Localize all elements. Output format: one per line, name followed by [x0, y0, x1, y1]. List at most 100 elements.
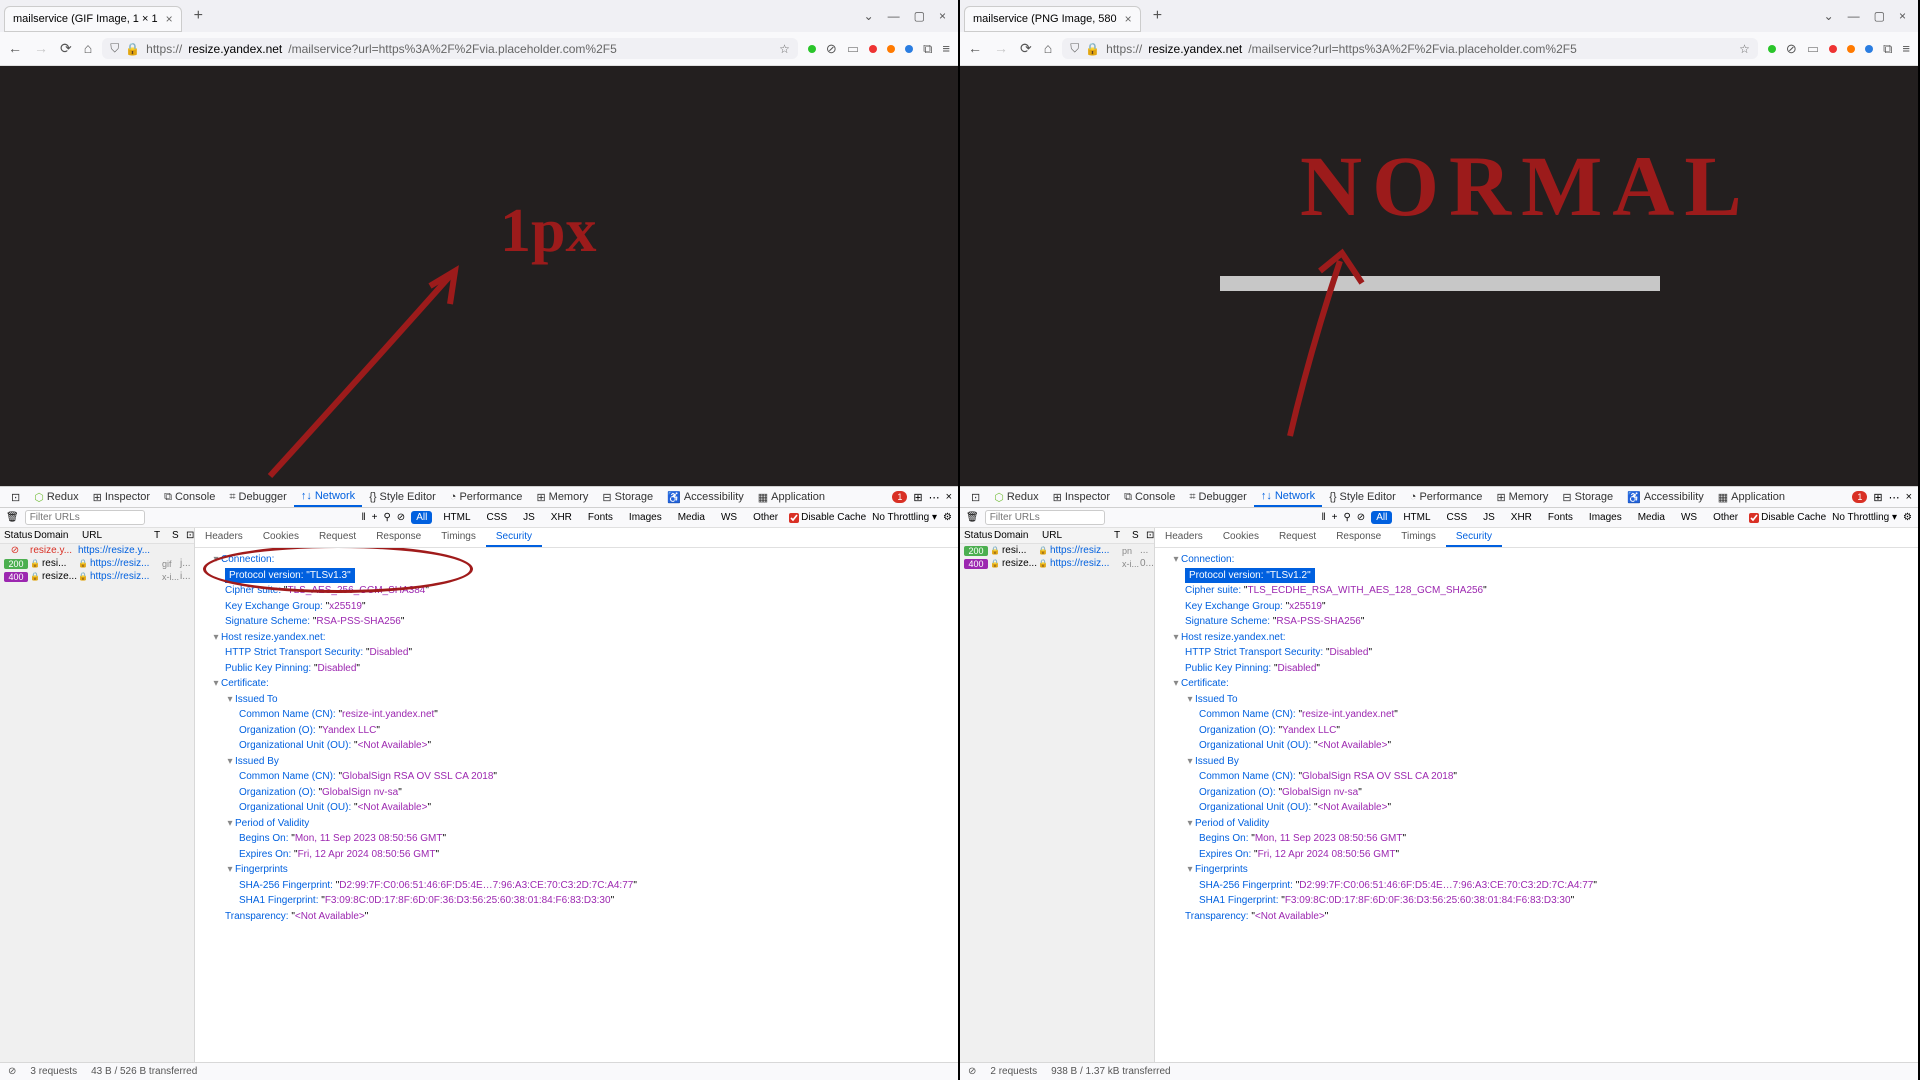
error-count-badge[interactable]: 1: [1852, 491, 1867, 503]
trash-icon[interactable]: 🗑: [966, 512, 979, 523]
col-x[interactable]: S: [168, 528, 182, 543]
menu-icon[interactable]: ≡: [942, 41, 950, 56]
extensions-icon[interactable]: ⧉: [1883, 41, 1892, 57]
col-menu[interactable]: ⊡: [1142, 528, 1154, 543]
clear-icon[interactable]: ⊘: [397, 512, 405, 523]
extension-icon[interactable]: [1829, 45, 1837, 53]
filter-all[interactable]: All: [411, 511, 432, 524]
new-tab-button[interactable]: +: [188, 7, 209, 25]
stop-icon[interactable]: ⊘: [8, 1066, 16, 1077]
chevron-down-icon[interactable]: ⌄: [1824, 9, 1834, 23]
new-tab-button[interactable]: +: [1147, 7, 1168, 25]
extension-icon[interactable]: ▭: [1807, 41, 1819, 57]
filter-media[interactable]: Media: [673, 511, 710, 524]
back-icon[interactable]: ←: [968, 40, 982, 57]
devtools-tab-inspector[interactable]: ⊞ Inspector: [86, 488, 157, 507]
dtab-headers[interactable]: Headers: [1155, 528, 1213, 547]
disable-cache-checkbox[interactable]: Disable Cache: [1749, 512, 1826, 523]
back-icon[interactable]: ←: [8, 40, 22, 57]
disable-cache-checkbox[interactable]: Disable Cache: [789, 512, 866, 523]
devtools-picker-icon[interactable]: ⊡: [964, 488, 987, 507]
devtools-tab-memory[interactable]: ⊞ Memory: [1489, 488, 1555, 507]
request-row[interactable]: ⊘ resize.y... https://resize.y...: [0, 544, 194, 557]
col-url[interactable]: URL: [1038, 528, 1110, 543]
devtools-tab-inspector[interactable]: ⊞ Inspector: [1046, 488, 1117, 507]
dtab-security[interactable]: Security: [1446, 528, 1502, 547]
filter-js[interactable]: JS: [518, 511, 540, 524]
extension-icon[interactable]: [1768, 45, 1776, 53]
forward-icon[interactable]: →: [994, 40, 1008, 57]
close-devtools-icon[interactable]: ×: [1906, 491, 1912, 503]
menu-icon[interactable]: ≡: [1902, 41, 1910, 56]
filter-images[interactable]: Images: [624, 511, 667, 524]
devtools-tab-performance[interactable]: ◔ Performance: [443, 488, 530, 506]
extension-icon[interactable]: [1865, 45, 1873, 53]
add-icon[interactable]: +: [1332, 512, 1338, 523]
col-type[interactable]: T: [1110, 528, 1128, 543]
devtools-picker-icon[interactable]: ⊡: [4, 488, 27, 507]
search-icon[interactable]: ⚲: [1343, 512, 1350, 523]
home-icon[interactable]: ⌂: [84, 40, 92, 57]
browser-tab[interactable]: mailservice (GIF Image, 1 × 1 ×: [4, 6, 182, 32]
search-icon[interactable]: ⚲: [383, 512, 390, 523]
col-status[interactable]: Status: [960, 528, 990, 543]
filter-xhr[interactable]: XHR: [546, 511, 577, 524]
dtab-cookies[interactable]: Cookies: [253, 528, 309, 547]
reload-icon[interactable]: ⟳: [1020, 40, 1032, 57]
maximize-icon[interactable]: ▢: [914, 9, 925, 23]
extension-icon[interactable]: [869, 45, 877, 53]
devtools-tab-application[interactable]: ▦ Application: [751, 488, 832, 507]
throttling-select[interactable]: No Throttling ▾: [872, 512, 937, 523]
chevron-down-icon[interactable]: ⌄: [864, 9, 874, 23]
col-menu[interactable]: ⊡: [182, 528, 194, 543]
cancel-icon[interactable]: ⊘: [826, 41, 837, 57]
dtab-request[interactable]: Request: [309, 528, 366, 547]
dtab-response[interactable]: Response: [366, 528, 431, 547]
filter-media[interactable]: Media: [1633, 511, 1670, 524]
extension-icon[interactable]: [808, 45, 816, 53]
dtab-timings[interactable]: Timings: [431, 528, 486, 547]
forward-icon[interactable]: →: [34, 40, 48, 57]
filter-ws[interactable]: WS: [1676, 511, 1702, 524]
devtools-tab-a11y[interactable]: ♿ Accessibility: [1620, 488, 1711, 507]
col-x[interactable]: S: [1128, 528, 1142, 543]
browser-tab[interactable]: mailservice (PNG Image, 580 ×: [964, 6, 1141, 32]
col-status[interactable]: Status: [0, 528, 30, 543]
filter-html[interactable]: HTML: [438, 511, 475, 524]
filter-other[interactable]: Other: [1708, 511, 1743, 524]
col-url[interactable]: URL: [78, 528, 150, 543]
throttling-select[interactable]: No Throttling ▾: [1832, 512, 1897, 523]
devtools-tab-redux[interactable]: ⬡ Redux: [987, 488, 1045, 507]
col-domain[interactable]: Domain: [30, 528, 78, 543]
devtools-tab-console[interactable]: ⧉ Console: [1117, 488, 1182, 507]
close-window-icon[interactable]: ×: [939, 9, 946, 23]
devtools-tab-application[interactable]: ▦ Application: [1711, 488, 1792, 507]
devtools-tab-performance[interactable]: ◔ Performance: [1403, 488, 1490, 506]
dtab-headers[interactable]: Headers: [195, 528, 253, 547]
devtools-tab-redux[interactable]: ⬡ Redux: [27, 488, 85, 507]
request-row[interactable]: 200 🔒resi... 🔒https://resiz... gif j...: [0, 557, 194, 570]
filter-css[interactable]: CSS: [482, 511, 513, 524]
devtools-tab-storage[interactable]: ⊟ Storage: [1555, 488, 1620, 507]
responsive-icon[interactable]: ⊞: [913, 491, 922, 504]
col-domain[interactable]: Domain: [990, 528, 1038, 543]
more-icon[interactable]: ⋯: [1889, 491, 1900, 504]
dtab-security[interactable]: Security: [486, 528, 542, 547]
url-input[interactable]: ⛉ 🔒 https://resize.yandex.net/mailservic…: [1062, 38, 1758, 59]
close-window-icon[interactable]: ×: [1899, 9, 1906, 23]
stop-icon[interactable]: ⊘: [968, 1066, 976, 1077]
more-icon[interactable]: ⋯: [929, 491, 940, 504]
trash-icon[interactable]: 🗑: [6, 512, 19, 523]
filter-all[interactable]: All: [1371, 511, 1392, 524]
add-icon[interactable]: +: [372, 512, 378, 523]
home-icon[interactable]: ⌂: [1044, 40, 1052, 57]
gear-icon[interactable]: ⚙: [1903, 512, 1912, 523]
devtools-tab-a11y[interactable]: ♿ Accessibility: [660, 488, 751, 507]
dtab-cookies[interactable]: Cookies: [1213, 528, 1269, 547]
cancel-icon[interactable]: ⊘: [1786, 41, 1797, 57]
devtools-tab-style[interactable]: {} Style Editor: [1322, 488, 1403, 506]
filter-html[interactable]: HTML: [1398, 511, 1435, 524]
extensions-icon[interactable]: ⧉: [923, 41, 932, 57]
gear-icon[interactable]: ⚙: [943, 512, 952, 523]
pause-icon[interactable]: ‖: [1321, 512, 1325, 523]
